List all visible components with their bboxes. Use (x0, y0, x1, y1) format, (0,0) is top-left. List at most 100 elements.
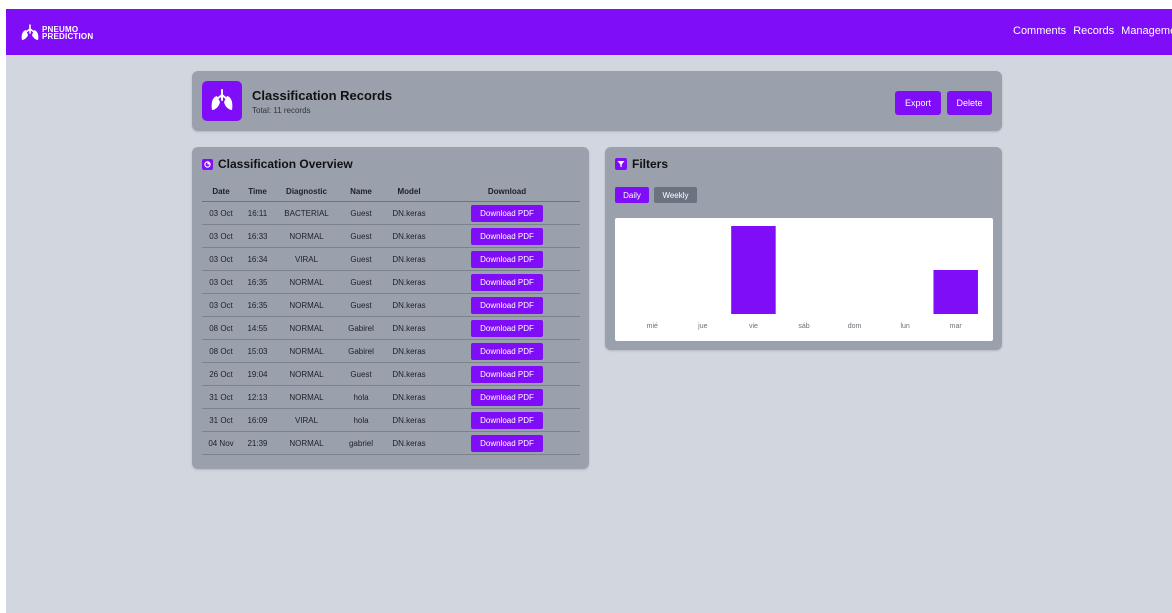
cell-diagnostic: VIRAL (275, 408, 338, 432)
cell-date: 03 Oct (202, 247, 240, 271)
cell-name: gabriel (338, 431, 384, 455)
bar-chart-svg: mié jue vie sáb dom lun mar (647, 226, 978, 330)
table-row: 04 Nov 21:39 NORMAL gabriel DN.keras Download… (202, 431, 580, 455)
table-row: 08 Oct 14:55 NORMAL Gabirel DN.keras Download… (202, 316, 580, 340)
cell-name: Guest (338, 270, 384, 294)
table-row: 03 Oct 16:35 NORMAL Guest DN.keras Download P… (202, 293, 580, 317)
cell-diagnostic: NORMAL (275, 316, 338, 340)
cell-download: Download PDF (434, 201, 580, 225)
table-row: 31 Oct 12:13 NORMAL hola DN.keras Download PD… (202, 385, 580, 409)
nav-links: Comments Records Managemen (1013, 25, 1172, 37)
lungs-icon (21, 24, 39, 40)
cell-download: Download PDF (434, 385, 580, 409)
download-pdf-button[interactable]: Download PDF (471, 204, 543, 222)
x-tick-label: dom (848, 323, 862, 330)
download-pdf-button[interactable]: Download PDF (471, 434, 543, 452)
cell-time: 16:35 (240, 293, 275, 317)
table-row: 03 Oct 16:33 NORMAL Guest DN.keras Download P… (202, 224, 580, 248)
cell-name: Gabirel (338, 316, 384, 340)
classification-overview-card: Classification Overview Date Time Diagno… (192, 147, 589, 469)
cell-time: 16:11 (240, 201, 275, 225)
cell-time: 14:55 (240, 316, 275, 340)
filters-title: Filters (632, 157, 669, 171)
cell-time: 12:13 (240, 385, 275, 409)
cell-download: Download PDF (434, 431, 580, 455)
nav-records[interactable]: Records (1073, 25, 1114, 37)
cell-time: 16:33 (240, 224, 275, 248)
download-pdf-button[interactable]: Download PDF (471, 319, 543, 337)
brand-logo-link[interactable]: PNEUMO PREDICTION (20, 24, 93, 42)
cell-time: 21:39 (240, 431, 275, 455)
download-pdf-button[interactable]: Download PDF (471, 296, 543, 314)
weekly-toggle-button[interactable]: Weekly (654, 187, 697, 203)
x-tick-label: mar (950, 323, 963, 330)
cell-date: 03 Oct (202, 293, 240, 317)
overview-title: Classification Overview (218, 157, 353, 171)
filters-card: Filters Daily Weekly mié jue vie sáb dom lun m… (605, 147, 1002, 350)
cell-model: DN.keras (384, 385, 434, 409)
cell-date: 31 Oct (202, 385, 240, 409)
cell-date: 04 Nov (202, 431, 240, 455)
cell-date: 08 Oct (202, 339, 240, 363)
column-header-date: Date (202, 181, 240, 202)
cell-date: 31 Oct (202, 408, 240, 432)
cell-download: Download PDF (434, 293, 580, 317)
cell-name: hola (338, 408, 384, 432)
download-pdf-button[interactable]: Download PDF (471, 250, 543, 268)
records-header-card: Classification Records Total: 11 records… (192, 71, 1002, 131)
table-row: 03 Oct 16:11 BACTERIAL Guest DN.keras Downloa… (202, 201, 580, 225)
cell-model: DN.keras (384, 339, 434, 363)
table-row: 26 Oct 19:04 NORMAL Guest DN.keras Download P… (202, 362, 580, 386)
records-count: Total: 11 records (252, 106, 311, 115)
download-pdf-button[interactable]: Download PDF (471, 273, 543, 291)
page-title: Classification Records (252, 88, 393, 103)
x-tick-label: sáb (798, 323, 809, 330)
export-button[interactable]: Export (895, 91, 941, 115)
cell-date: 03 Oct (202, 270, 240, 294)
x-tick-label: jue (697, 323, 707, 330)
download-pdf-button[interactable]: Download PDF (471, 342, 543, 360)
cell-download: Download PDF (434, 408, 580, 432)
cell-name: Guest (338, 293, 384, 317)
download-pdf-button[interactable]: Download PDF (471, 411, 543, 429)
cell-date: 03 Oct (202, 224, 240, 248)
cell-time: 15:03 (240, 339, 275, 363)
cell-name: Gabirel (338, 339, 384, 363)
cell-diagnostic: NORMAL (275, 224, 338, 248)
table-row: 03 Oct 16:34 VIRAL Guest DN.keras Download PD… (202, 247, 580, 271)
download-pdf-button[interactable]: Download PDF (471, 227, 543, 245)
chart-bar-6 (933, 270, 978, 314)
cell-diagnostic: VIRAL (275, 247, 338, 271)
cell-model: DN.keras (384, 293, 434, 317)
daily-toggle-button[interactable]: Daily (615, 187, 649, 203)
cell-name: Guest (338, 224, 384, 248)
cell-diagnostic: NORMAL (275, 339, 338, 363)
filter-icon (615, 158, 627, 170)
lungs-icon (202, 81, 242, 121)
overview-heading: Classification Overview (202, 157, 353, 171)
x-tick-label: mié (647, 323, 658, 330)
cell-time: 19:04 (240, 362, 275, 386)
nav-comments[interactable]: Comments (1013, 25, 1066, 37)
cell-date: 08 Oct (202, 316, 240, 340)
x-tick-label: lun (900, 323, 909, 330)
download-pdf-button[interactable]: Download PDF (471, 365, 543, 383)
chart-bar-2 (731, 226, 776, 314)
nav-management[interactable]: Managemen (1121, 25, 1172, 37)
delete-button[interactable]: Delete (947, 91, 992, 115)
table-row: 31 Oct 16:09 VIRAL hola DN.keras Download PDF (202, 408, 580, 432)
cell-download: Download PDF (434, 339, 580, 363)
cell-time: 16:34 (240, 247, 275, 271)
cell-name: Guest (338, 247, 384, 271)
cell-model: DN.keras (384, 224, 434, 248)
brand-name-line2: PREDICTION (42, 32, 94, 41)
table-row: 03 Oct 16:35 NORMAL Guest DN.keras Download P… (202, 270, 580, 294)
cell-download: Download PDF (434, 316, 580, 340)
cell-diagnostic: NORMAL (275, 362, 338, 386)
cell-download: Download PDF (434, 270, 580, 294)
download-pdf-button[interactable]: Download PDF (471, 388, 543, 406)
column-header-name: Name (338, 181, 384, 202)
cell-model: DN.keras (384, 270, 434, 294)
column-header-download: Download (434, 181, 580, 202)
cell-name: Guest (338, 362, 384, 386)
